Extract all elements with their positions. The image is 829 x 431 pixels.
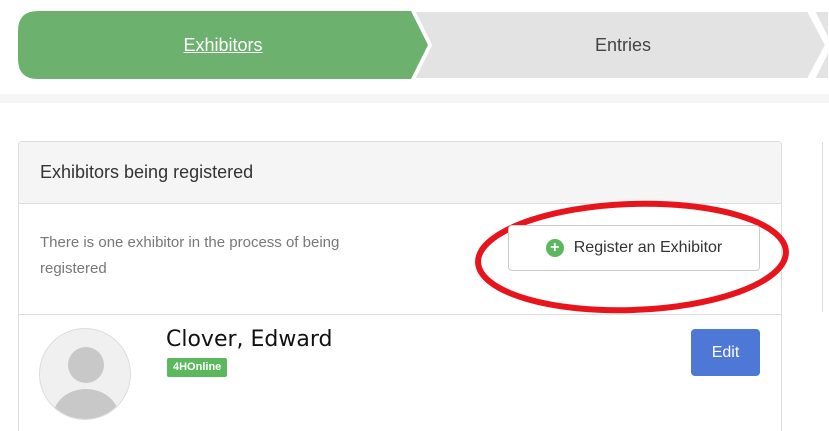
wizard-step-exhibitors[interactable]: Exhibitors bbox=[18, 11, 428, 79]
exhibitor-row: Clover, Edward 4HOnline Edit bbox=[19, 315, 781, 431]
edit-exhibitor-button[interactable]: Edit bbox=[691, 329, 760, 376]
registration-wizard: Exhibitors Entries bbox=[18, 11, 829, 79]
register-exhibitor-button[interactable]: + Register an Exhibitor bbox=[508, 225, 760, 271]
panel-info-section: There is one exhibitor in the process of… bbox=[19, 200, 789, 315]
adjacent-panel-edge bbox=[822, 142, 829, 312]
source-badge: 4HOnline bbox=[167, 358, 228, 377]
wizard-step-entries[interactable]: Entries bbox=[428, 11, 818, 79]
exhibitor-name[interactable]: Clover, Edward bbox=[166, 327, 332, 352]
plus-circle-icon: + bbox=[545, 239, 564, 257]
exhibitors-panel: Exhibitors being registered There is one… bbox=[18, 141, 789, 431]
register-exhibitor-label: Register an Exhibitor bbox=[573, 239, 723, 256]
registration-status-text: There is one exhibitor in the process of… bbox=[40, 234, 340, 277]
user-avatar-placeholder-icon bbox=[39, 328, 131, 420]
